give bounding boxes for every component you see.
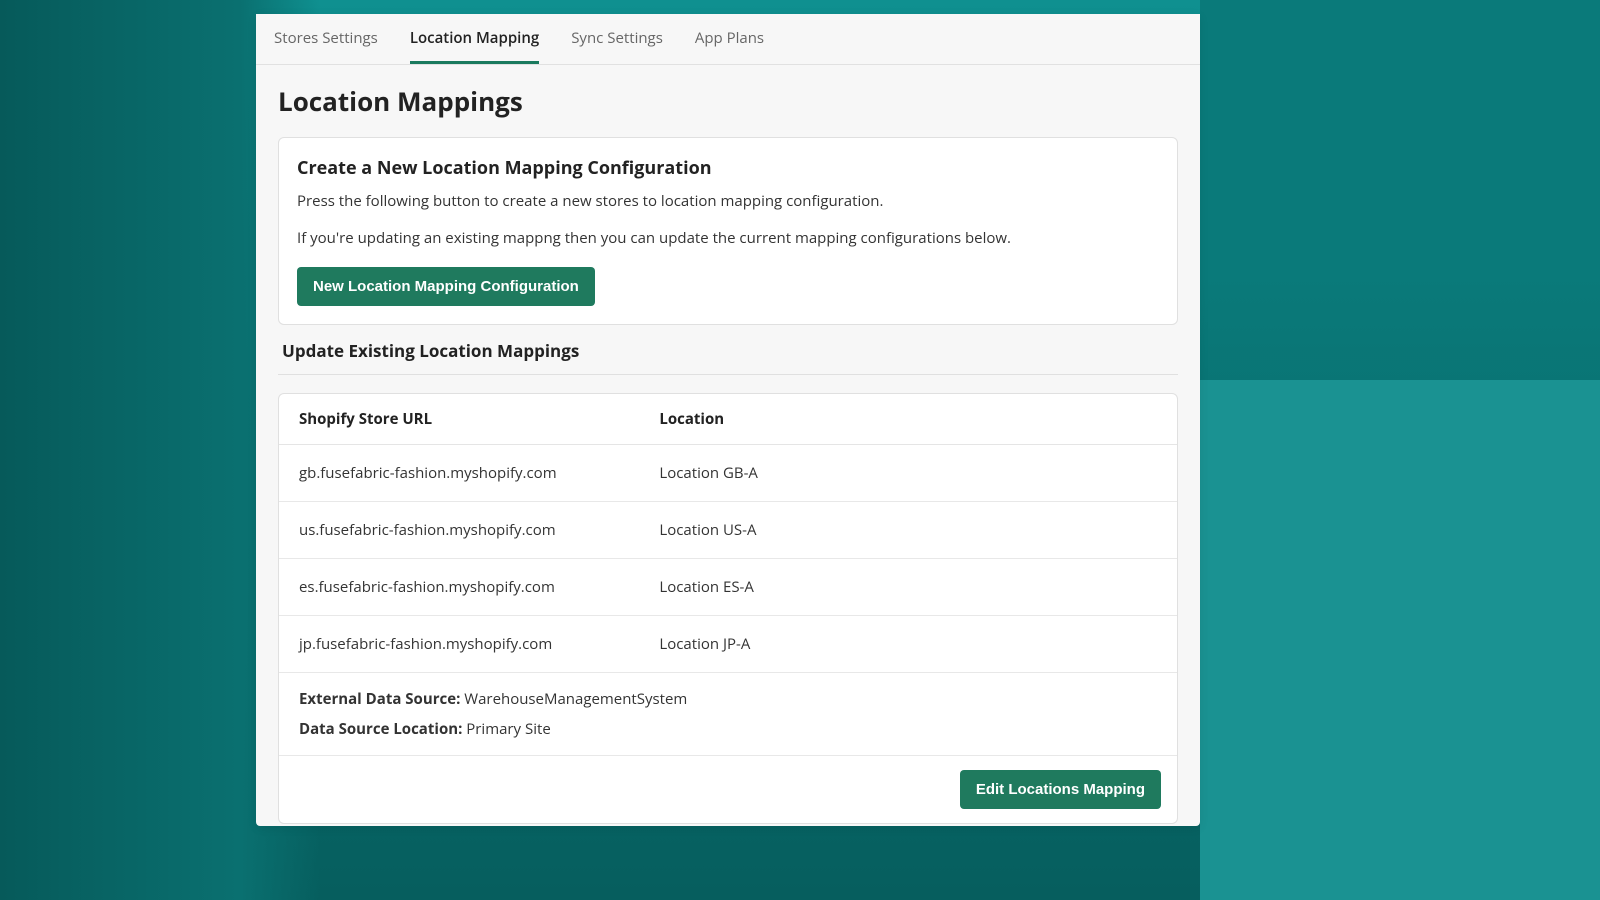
data-source-meta: External Data Source: WarehouseManagemen… — [279, 673, 1177, 756]
table-row: es.fusefabric-fashion.myshopify.com Loca… — [279, 559, 1177, 616]
external-data-source-row: External Data Source: WarehouseManagemen… — [299, 689, 1157, 709]
tab-stores-settings[interactable]: Stores Settings — [274, 14, 378, 64]
table-row: gb.fusefabric-fashion.myshopify.com Loca… — [279, 445, 1177, 502]
section-divider — [278, 374, 1178, 375]
app-window: Stores Settings Location Mapping Sync Se… — [256, 14, 1200, 826]
table-footer: Edit Locations Mapping — [279, 756, 1177, 823]
create-card-text-1: Press the following button to create a n… — [297, 190, 1159, 213]
new-mapping-button[interactable]: New Location Mapping Configuration — [297, 267, 595, 306]
background-block-bottom-right — [1200, 380, 1600, 900]
external-data-source-value: WarehouseManagementSystem — [464, 689, 687, 709]
cell-store-url: es.fusefabric-fashion.myshopify.com — [299, 577, 659, 597]
cell-store-url: jp.fusefabric-fashion.myshopify.com — [299, 634, 659, 654]
tabs-nav: Stores Settings Location Mapping Sync Se… — [256, 14, 1200, 65]
data-source-location-label: Data Source Location: — [299, 719, 466, 739]
cell-location: Location US-A — [659, 520, 1157, 540]
data-source-location-value: Primary Site — [466, 719, 551, 739]
tab-sync-settings[interactable]: Sync Settings — [571, 14, 663, 64]
cell-location: Location ES-A — [659, 577, 1157, 597]
table-row: us.fusefabric-fashion.myshopify.com Loca… — [279, 502, 1177, 559]
external-data-source-label: External Data Source: — [299, 689, 464, 709]
tab-app-plans[interactable]: App Plans — [695, 14, 764, 64]
table-header-row: Shopify Store URL Location — [279, 394, 1177, 445]
create-card-title: Create a New Location Mapping Configurat… — [297, 156, 1159, 180]
tab-location-mapping[interactable]: Location Mapping — [410, 14, 539, 64]
edit-locations-mapping-button[interactable]: Edit Locations Mapping — [960, 770, 1161, 809]
cell-store-url: us.fusefabric-fashion.myshopify.com — [299, 520, 659, 540]
create-mapping-card: Create a New Location Mapping Configurat… — [278, 137, 1178, 325]
header-shopify-url: Shopify Store URL — [299, 409, 659, 429]
content-area: Location Mappings Create a New Location … — [256, 65, 1200, 826]
cell-location: Location JP-A — [659, 634, 1157, 654]
page-title: Location Mappings — [278, 83, 1178, 119]
table-row: jp.fusefabric-fashion.myshopify.com Loca… — [279, 616, 1177, 673]
data-source-location-row: Data Source Location: Primary Site — [299, 719, 1157, 739]
update-section-title: Update Existing Location Mappings — [282, 339, 1178, 362]
cell-location: Location GB-A — [659, 463, 1157, 483]
mappings-table: Shopify Store URL Location gb.fusefabric… — [278, 393, 1178, 824]
background-block-top-right — [1200, 0, 1600, 280]
create-card-text-2: If you're updating an existing mappng th… — [297, 227, 1159, 250]
cell-store-url: gb.fusefabric-fashion.myshopify.com — [299, 463, 659, 483]
header-location: Location — [659, 409, 1157, 429]
